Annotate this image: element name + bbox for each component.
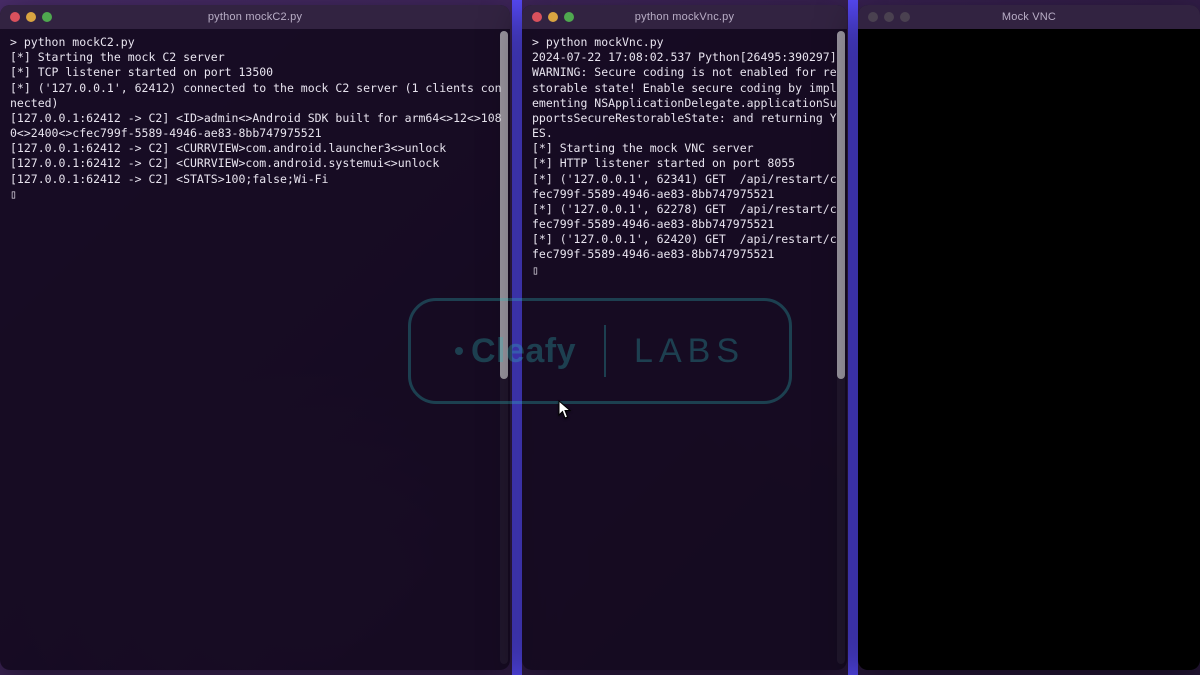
terminal-output[interactable]: > python mockC2.py[*] Starting the mock … xyxy=(0,29,510,670)
vnc-viewport[interactable] xyxy=(858,29,1200,670)
vnc-window[interactable]: Mock VNC xyxy=(858,5,1200,670)
terminal-line: ▯ xyxy=(10,187,502,202)
terminal-line: [*] HTTP listener started on port 8055 xyxy=(532,156,839,171)
traffic-lights xyxy=(858,12,910,22)
terminal-line: [*] TCP listener started on port 13500 xyxy=(10,65,502,80)
window-title: python mockC2.py xyxy=(0,11,510,23)
window-gap xyxy=(848,0,858,675)
terminal-line: [127.0.0.1:62412 -> C2] <ID>admin<>Andro… xyxy=(10,111,502,141)
traffic-lights xyxy=(0,12,52,22)
terminal-output[interactable]: > python mockVnc.py2024-07-22 17:08:02.5… xyxy=(522,29,847,670)
close-icon[interactable] xyxy=(10,12,20,22)
desktop: python mockC2.py > python mockC2.py[*] S… xyxy=(0,0,1200,675)
terminal-line: > python mockC2.py xyxy=(10,35,502,50)
terminal-line: [127.0.0.1:62412 -> C2] <CURRVIEW>com.an… xyxy=(10,141,502,156)
minimize-icon[interactable] xyxy=(26,12,36,22)
scrollbar-thumb[interactable] xyxy=(500,31,508,379)
maximize-icon[interactable] xyxy=(564,12,574,22)
terminal-line: [*] ('127.0.0.1', 62412) connected to th… xyxy=(10,81,502,111)
maximize-icon[interactable] xyxy=(42,12,52,22)
titlebar[interactable]: python mockC2.py xyxy=(0,5,510,29)
titlebar[interactable]: python mockVnc.py xyxy=(522,5,847,29)
terminal-window-mockc2[interactable]: python mockC2.py > python mockC2.py[*] S… xyxy=(0,5,510,670)
terminal-line: 2024-07-22 17:08:02.537 Python[26495:390… xyxy=(532,50,839,141)
close-icon[interactable] xyxy=(868,12,878,22)
terminal-line: [*] ('127.0.0.1', 62420) GET /api/restar… xyxy=(532,232,839,262)
terminal-line: [127.0.0.1:62412 -> C2] <CURRVIEW>com.an… xyxy=(10,156,502,171)
traffic-lights xyxy=(522,12,574,22)
scrollbar[interactable] xyxy=(500,31,508,664)
terminal-line: > python mockVnc.py xyxy=(532,35,839,50)
minimize-icon[interactable] xyxy=(884,12,894,22)
terminal-line: [*] ('127.0.0.1', 62341) GET /api/restar… xyxy=(532,172,839,202)
terminal-line: [*] Starting the mock VNC server xyxy=(532,141,839,156)
titlebar[interactable]: Mock VNC xyxy=(858,5,1200,29)
minimize-icon[interactable] xyxy=(548,12,558,22)
terminal-window-mockvnc[interactable]: python mockVnc.py > python mockVnc.py202… xyxy=(522,5,847,670)
terminal-line: [127.0.0.1:62412 -> C2] <STATS>100;false… xyxy=(10,172,502,187)
close-icon[interactable] xyxy=(532,12,542,22)
terminal-line: ▯ xyxy=(532,263,839,278)
terminal-line: [*] ('127.0.0.1', 62278) GET /api/restar… xyxy=(532,202,839,232)
scrollbar-thumb[interactable] xyxy=(837,31,845,379)
window-gap xyxy=(512,0,522,675)
maximize-icon[interactable] xyxy=(900,12,910,22)
terminal-line: [*] Starting the mock C2 server xyxy=(10,50,502,65)
scrollbar[interactable] xyxy=(837,31,845,664)
